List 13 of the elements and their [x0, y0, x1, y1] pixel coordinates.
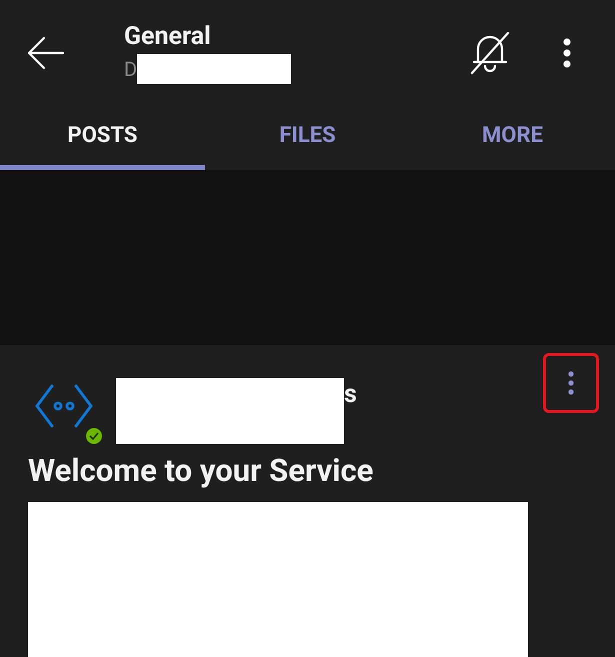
vertical-dots-icon	[562, 38, 572, 68]
channel-subtitle: D	[124, 56, 138, 82]
author-name: s	[344, 380, 357, 410]
back-arrow-icon	[26, 34, 66, 70]
code-bracket-icon	[34, 383, 94, 429]
tab[interactable]: FILES	[205, 105, 410, 170]
check-icon	[89, 432, 99, 440]
vertical-dots-icon	[567, 371, 575, 395]
tab[interactable]: MORE	[410, 105, 615, 170]
post-options-button[interactable]	[543, 353, 599, 413]
post-heading: Welcome to your Service	[28, 451, 374, 491]
channel-title: General	[124, 22, 212, 52]
muted-bell-icon	[468, 30, 512, 76]
